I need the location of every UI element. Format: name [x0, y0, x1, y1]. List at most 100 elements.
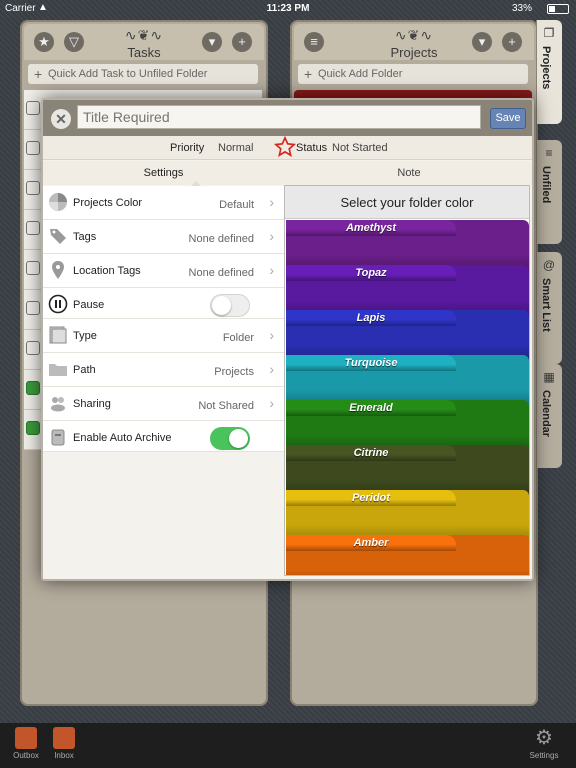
setting-type[interactable]: Type Folder › [43, 319, 284, 353]
tab-settings[interactable]: Settings [43, 167, 284, 179]
plus-icon: + [304, 66, 313, 82]
tab-smart-list-label: Smart List [540, 278, 552, 332]
setting-pause: Pause [43, 288, 284, 319]
priority-value[interactable]: Normal [218, 142, 253, 154]
color-wheel-icon [48, 192, 68, 212]
archive-icon [48, 427, 68, 447]
folder-color-label: Topaz [355, 267, 387, 279]
setting-label: Tags [73, 231, 97, 243]
setting-label: Path [73, 364, 96, 376]
tab-projects-label: Projects [540, 46, 552, 90]
tab-projects[interactable]: ❐ Projects [536, 20, 562, 124]
chevron-right-icon: › [269, 395, 274, 411]
quick-add-folder-input[interactable]: + Quick Add Folder [298, 64, 528, 84]
tab-unfiled[interactable]: ≡ Unfiled [536, 140, 562, 244]
tab-calendar[interactable]: ▦ Calendar [536, 364, 562, 468]
battery-icon [547, 4, 569, 14]
setting-label: Sharing [73, 398, 111, 410]
clock: 11:23 PM [266, 3, 310, 14]
setting-label: Pause [73, 299, 105, 311]
setting-sharing[interactable]: Sharing Not Shared › [43, 387, 284, 421]
folder-icon [48, 359, 68, 379]
settings-blank-area [43, 452, 284, 579]
status-bar: Carrier ▲ 11:23 PM 33% [0, 0, 576, 18]
outbox-label: Outbox [13, 751, 39, 760]
tasks-header: ∿❦∿ Tasks ★ ▽ ▾ + [24, 24, 264, 60]
plus-icon: + [34, 66, 43, 82]
projects-tab-icon: ❐ [543, 26, 555, 40]
setting-label: Enable Auto Archive [73, 432, 172, 444]
location-pin-icon [48, 260, 68, 280]
inbox-icon [53, 727, 75, 749]
folder-color-amber[interactable]: Amber [286, 535, 529, 575]
bottom-toolbar: Outbox Inbox ⚙ Settings [0, 723, 576, 768]
setting-auto-archive: Enable Auto Archive [43, 421, 284, 452]
setting-label: Location Tags [73, 265, 141, 277]
editor-title-bar: ✕ Save [43, 100, 532, 136]
outbox-icon [15, 727, 37, 749]
filter-icon[interactable]: ▽ [64, 32, 84, 52]
battery-percent: 33% [512, 3, 533, 14]
projects-header: ∿❦∿ Projects ≡ ▾ + [294, 24, 534, 60]
setting-value: None defined [188, 267, 254, 279]
inbox-button[interactable]: Inbox [46, 727, 82, 760]
at-sign-icon: @ [542, 258, 556, 272]
folder-editor-dialog: ✕ Save Priority Normal Status Not Starte… [41, 98, 534, 581]
calendar-tab-icon: ▦ [543, 370, 555, 384]
folder-color-picker: Select your folder color Amethyst Topaz La… [284, 185, 530, 576]
folder-color-label: Amber [353, 537, 389, 549]
list-view-icon[interactable]: ≡ [304, 32, 324, 52]
quick-add-task-placeholder: Quick Add Task to Unfiled Folder [48, 68, 208, 80]
add-project-icon[interactable]: + [502, 32, 522, 52]
setting-value: Not Shared [198, 400, 254, 412]
setting-location-tags[interactable]: Location Tags None defined › [43, 254, 284, 288]
chevron-right-icon: › [269, 194, 274, 210]
chevron-right-icon: › [269, 228, 274, 244]
setting-value: None defined [188, 233, 254, 245]
dropdown-chevron-icon[interactable]: ▾ [202, 32, 222, 52]
inbox-label: Inbox [54, 751, 74, 760]
setting-projects-color[interactable]: Projects Color Default › [43, 186, 284, 220]
settings-button[interactable]: ⚙ Settings [526, 727, 562, 760]
outbox-button[interactable]: Outbox [8, 727, 44, 760]
setting-label: Projects Color [73, 197, 143, 209]
people-icon [48, 393, 68, 413]
auto-archive-toggle[interactable] [210, 427, 250, 450]
gear-icon: ⚙ [535, 727, 553, 749]
folder-color-label: Lapis [356, 312, 386, 324]
chevron-right-icon: › [269, 262, 274, 278]
setting-value: Folder [222, 332, 254, 344]
folder-color-label: Peridot [352, 492, 390, 504]
folder-color-label: Turquoise [344, 357, 398, 369]
pause-toggle[interactable] [210, 294, 250, 317]
add-task-icon[interactable]: + [232, 32, 252, 52]
setting-tags[interactable]: Tags None defined › [43, 220, 284, 254]
quick-add-task-input[interactable]: + Quick Add Task to Unfiled Folder [28, 64, 258, 84]
editor-tabs: Settings Note [43, 161, 532, 186]
close-icon[interactable]: ✕ [51, 109, 71, 129]
projects-title: Projects [390, 45, 438, 60]
color-picker-header: Select your folder color [285, 186, 529, 219]
quick-add-folder-placeholder: Quick Add Folder [318, 68, 403, 80]
folder-color-label: Amethyst [345, 222, 397, 234]
settings-list: Projects Color Default › Tags None defin… [43, 186, 284, 452]
unfiled-tab-icon: ≡ [545, 146, 553, 160]
status-value[interactable]: Not Started [332, 142, 388, 154]
chevron-right-icon: › [269, 327, 274, 343]
folder-color-label: Citrine [353, 447, 389, 459]
starred-filter-icon[interactable]: ★ [34, 32, 54, 52]
chevron-right-icon: › [269, 361, 274, 377]
tasks-title: Tasks [127, 45, 161, 60]
setting-path[interactable]: Path Projects › [43, 353, 284, 387]
dropdown-chevron-icon[interactable]: ▾ [472, 32, 492, 52]
tag-icon [48, 226, 68, 246]
title-input[interactable] [77, 105, 481, 129]
side-tabs: ❐ Projects ≡ Unfiled @ Smart List ▦ Cale… [536, 20, 576, 500]
ornament-icon: ∿❦∿ [124, 27, 164, 43]
tab-note[interactable]: Note [284, 167, 532, 179]
tab-smart-list[interactable]: @ Smart List [536, 252, 562, 364]
folder-type-icon [48, 325, 68, 345]
priority-label: Priority [170, 142, 205, 154]
star-icon[interactable] [273, 135, 297, 158]
save-button[interactable]: Save [490, 108, 526, 129]
